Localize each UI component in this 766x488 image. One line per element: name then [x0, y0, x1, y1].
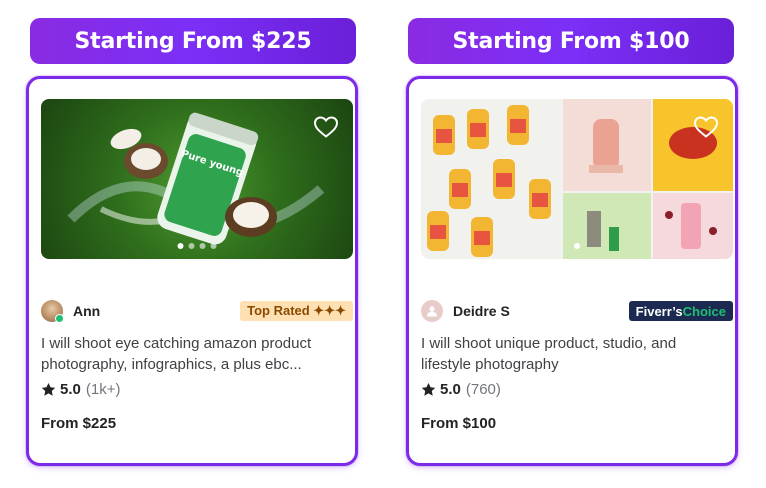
gig-thumbnail[interactable]: [421, 99, 733, 259]
carousel-dot[interactable]: [199, 243, 206, 249]
rating-value: 5.0: [440, 381, 461, 398]
review-count: (1k+): [85, 381, 121, 398]
badge-label: Fiverr’s: [635, 303, 683, 319]
top-rated-badge: Top Rated ✦✦✦: [240, 301, 353, 321]
gig-title[interactable]: I will shoot eye catching amazon product…: [41, 333, 341, 375]
rating-row: 5.0 (1k+): [41, 381, 120, 398]
seller-name[interactable]: Ann: [73, 303, 100, 319]
rating-value: 5.0: [60, 381, 81, 398]
coconut-can-image: Pure young: [67, 112, 325, 245]
user-icon: [427, 306, 437, 317]
carousel-dot[interactable]: [188, 243, 195, 249]
starting-price-banner: Starting From $225: [30, 18, 356, 64]
gig-thumbnail[interactable]: Pure young: [41, 99, 353, 259]
carousel-dot[interactable]: [210, 243, 217, 249]
star-icon: [421, 382, 436, 396]
review-count: (760): [465, 381, 501, 398]
product-collage-image: [421, 99, 733, 259]
gig-price: From $225: [41, 415, 117, 432]
star-icon: [41, 382, 56, 396]
carousel-dot[interactable]: [574, 243, 580, 249]
badge-accent-label: Choice: [682, 303, 726, 319]
carousel-dots[interactable]: [574, 243, 580, 249]
gig-card[interactable]: Pure young Ann Top Rated ✦✦✦ I will shoo…: [26, 76, 358, 466]
avatar[interactable]: [421, 300, 443, 322]
seller-name[interactable]: Deidre S: [453, 303, 510, 319]
carousel-dots[interactable]: [177, 243, 217, 249]
heart-icon[interactable]: [313, 115, 339, 139]
avatar[interactable]: [41, 300, 64, 323]
carousel-dot[interactable]: [177, 243, 184, 249]
heart-icon[interactable]: [693, 115, 719, 139]
starting-price-banner: Starting From $100: [408, 18, 734, 64]
gig-price: From $100: [421, 415, 497, 432]
seller-row: Deidre S Fiverr’s Choice: [421, 299, 733, 323]
seller-row: Ann Top Rated ✦✦✦: [41, 299, 353, 323]
gig-title[interactable]: I will shoot unique product, studio, and…: [421, 333, 721, 375]
online-status-indicator: [55, 314, 64, 323]
gig-card[interactable]: Deidre S Fiverr’s Choice I will shoot un…: [406, 76, 738, 466]
fiverrs-choice-badge: Fiverr’s Choice: [628, 301, 733, 321]
rating-row: 5.0 (760): [421, 381, 501, 398]
